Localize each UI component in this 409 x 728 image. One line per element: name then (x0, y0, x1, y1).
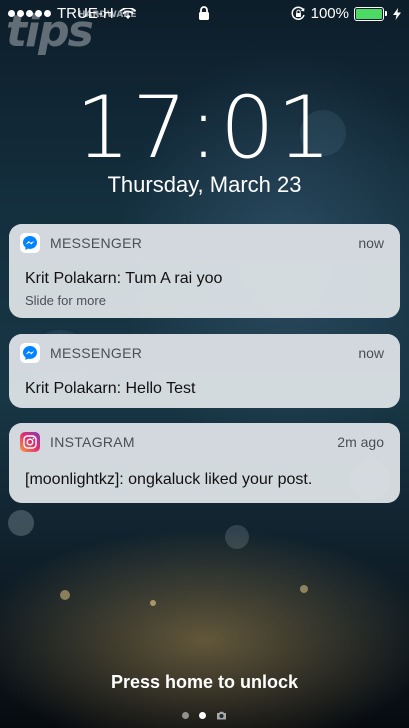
notification-header: MESSENGER now (9, 334, 400, 371)
clock-time: 17:01 (75, 78, 334, 178)
notification-time: now (358, 234, 384, 251)
lock-icon (199, 6, 209, 20)
bokeh-light (225, 525, 249, 549)
carrier-name: TRUE-H (57, 5, 114, 22)
notification-app-name: MESSENGER (50, 234, 143, 251)
notification-message: Krit Polakarn: Tum A rai yoo (25, 270, 223, 287)
notification-card[interactable]: MESSENGER now Krit Polakarn: Tum A rai y… (9, 224, 400, 318)
notification-header: MESSENGER now (9, 224, 400, 261)
notification-time: now (358, 344, 384, 361)
notification-time: 2m ago (337, 433, 384, 450)
notification-app-name: INSTAGRAM (50, 433, 135, 450)
bokeh-light (300, 585, 308, 593)
bokeh-light (60, 590, 70, 600)
notification-message: Krit Polakarn: Hello Test (25, 380, 196, 397)
wifi-icon (119, 7, 136, 19)
page-dot[interactable] (182, 712, 189, 719)
notification-hint: Slide for more (25, 293, 106, 308)
messenger-icon (20, 232, 40, 253)
notification-card[interactable]: MESSENGER now Krit Polakarn: Hello Test (9, 334, 400, 408)
unlock-hint: Press home to unlock (110, 672, 299, 692)
charging-icon (393, 7, 401, 20)
signal-dots-icon (8, 10, 51, 17)
battery-icon (354, 6, 387, 21)
rotation-lock-icon (291, 6, 305, 20)
page-indicator[interactable] (0, 711, 409, 720)
bokeh-light (8, 510, 34, 536)
camera-icon[interactable] (216, 711, 227, 720)
bokeh-light (150, 600, 156, 606)
notification-header: INSTAGRAM 2m ago (9, 423, 400, 460)
clock-date: Thursday, March 23 (107, 172, 302, 197)
status-bar: TRUE-H 100% (0, 0, 409, 28)
instagram-icon (20, 431, 40, 452)
battery-percent: 100% (310, 5, 349, 22)
notification-card[interactable]: INSTAGRAM 2m ago [moonlightkz]: ongkaluc… (9, 423, 400, 503)
messenger-icon (20, 342, 40, 363)
notification-message: [moonlightkz]: ongkaluck liked your post… (25, 471, 313, 488)
page-dot-active[interactable] (199, 712, 206, 719)
notification-app-name: MESSENGER (50, 344, 143, 361)
